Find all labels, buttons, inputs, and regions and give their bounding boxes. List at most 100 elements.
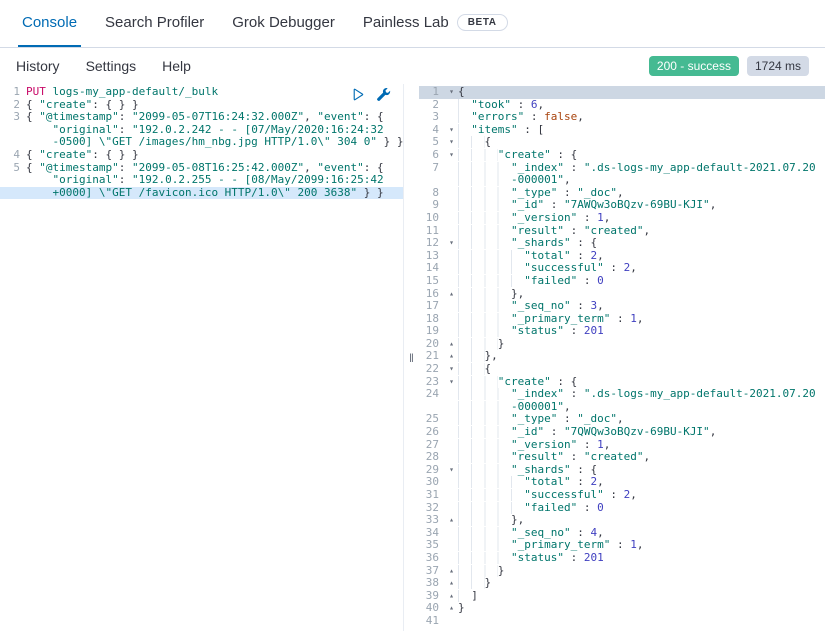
fold-spacer bbox=[445, 489, 458, 502]
tab-grok-debugger[interactable]: Grok Debugger bbox=[228, 0, 339, 47]
line-number bbox=[0, 124, 26, 137]
fold-spacer bbox=[445, 439, 458, 452]
tab-search-profiler-label: Search Profiler bbox=[105, 14, 204, 31]
code-row: 29▾ "_shards" : { bbox=[419, 464, 825, 477]
code-row: 31 "successful" : 2, bbox=[419, 489, 825, 502]
code-line: "failed" : 0 bbox=[458, 502, 825, 515]
fold-toggle-icon[interactable]: ▴ bbox=[445, 602, 458, 615]
code-line: "_index" : ".ds-logs-my_app-default-2021… bbox=[458, 388, 825, 401]
code-line: "_version" : 1, bbox=[458, 212, 825, 225]
code-line: +0000] \"GET /favicon.ico HTTP/1.0\" 200… bbox=[26, 187, 403, 200]
code-line: }, bbox=[458, 514, 825, 527]
console-toolbar: History Settings Help 200 - success 1724… bbox=[0, 48, 825, 84]
fold-spacer bbox=[445, 225, 458, 238]
code-row: 3 "errors" : false, bbox=[419, 111, 825, 124]
fold-toggle-icon[interactable]: ▾ bbox=[445, 149, 458, 162]
fold-spacer bbox=[445, 313, 458, 326]
fold-toggle-icon[interactable]: ▴ bbox=[445, 350, 458, 363]
dev-tools-tab-bar: Console Search Profiler Grok Debugger Pa… bbox=[0, 0, 825, 48]
fold-spacer bbox=[445, 401, 458, 414]
fold-toggle-icon[interactable]: ▴ bbox=[445, 590, 458, 603]
fold-spacer bbox=[445, 426, 458, 439]
code-line: ] bbox=[458, 590, 825, 603]
line-number: 28 bbox=[419, 451, 445, 464]
fold-spacer bbox=[445, 451, 458, 464]
code-row: 32 "failed" : 0 bbox=[419, 502, 825, 515]
line-number bbox=[0, 174, 26, 187]
code-line: }, bbox=[458, 350, 825, 363]
request-editor[interactable]: 1PUT logs-my_app-default/_bulk2{ "create… bbox=[0, 84, 403, 199]
line-number: 3 bbox=[0, 111, 26, 124]
code-line: "status" : 201 bbox=[458, 325, 825, 338]
fold-spacer bbox=[445, 539, 458, 552]
code-row: +0000] \"GET /favicon.ico HTTP/1.0\" 200… bbox=[0, 187, 403, 200]
fold-toggle-icon[interactable]: ▾ bbox=[445, 363, 458, 376]
line-number: 5 bbox=[0, 162, 26, 175]
tab-painless-lab[interactable]: Painless Lab BETA bbox=[359, 0, 512, 47]
code-row: -000001", bbox=[419, 401, 825, 414]
fold-toggle-icon[interactable]: ▾ bbox=[445, 237, 458, 250]
resizer-grip-icon: ‖ bbox=[409, 351, 414, 365]
fold-spacer bbox=[445, 527, 458, 540]
send-request-button[interactable] bbox=[349, 86, 365, 102]
fold-toggle-icon[interactable]: ▾ bbox=[445, 376, 458, 389]
fold-toggle-icon[interactable]: ▴ bbox=[445, 338, 458, 351]
fold-spacer bbox=[445, 162, 458, 175]
pane-resizer[interactable]: ‖ bbox=[404, 84, 419, 631]
code-row: 24 "_index" : ".ds-logs-my_app-default-2… bbox=[419, 388, 825, 401]
code-line: } bbox=[458, 577, 825, 590]
response-viewer[interactable]: 1▾{2 "took" : 6,3 "errors" : false,4▾ "i… bbox=[419, 84, 825, 628]
code-row: 34 "_seq_no" : 4, bbox=[419, 527, 825, 540]
code-row: 9 "_id" : "7AWQw3oBQzv-69BU-KJI", bbox=[419, 199, 825, 212]
code-row: 21▴ }, bbox=[419, 350, 825, 363]
fold-toggle-icon[interactable]: ▾ bbox=[445, 464, 458, 477]
fold-spacer bbox=[445, 300, 458, 313]
fold-spacer bbox=[445, 413, 458, 426]
fold-toggle-icon[interactable]: ▴ bbox=[445, 514, 458, 527]
code-line: "total" : 2, bbox=[458, 476, 825, 489]
line-number bbox=[419, 174, 445, 187]
line-number: 38 bbox=[419, 577, 445, 590]
settings-menu-item[interactable]: Settings bbox=[86, 58, 137, 74]
fold-toggle-icon[interactable]: ▾ bbox=[445, 86, 458, 99]
code-line: "successful" : 2, bbox=[458, 262, 825, 275]
line-number: 19 bbox=[419, 325, 445, 338]
history-menu-item[interactable]: History bbox=[16, 58, 60, 74]
fold-spacer bbox=[445, 262, 458, 275]
fold-toggle-icon[interactable]: ▴ bbox=[445, 565, 458, 578]
fold-toggle-icon[interactable]: ▾ bbox=[445, 136, 458, 149]
code-line: "_primary_term" : 1, bbox=[458, 313, 825, 326]
code-row: 22▾ { bbox=[419, 363, 825, 376]
tab-console[interactable]: Console bbox=[18, 0, 81, 47]
code-line: "_index" : ".ds-logs-my_app-default-2021… bbox=[458, 162, 825, 175]
code-line: { "@timestamp": "2099-05-07T16:24:32.000… bbox=[26, 111, 403, 124]
response-time-badge: 1724 ms bbox=[747, 56, 809, 76]
code-line: } bbox=[458, 565, 825, 578]
help-menu-item[interactable]: Help bbox=[162, 58, 191, 74]
fold-toggle-icon[interactable]: ▴ bbox=[445, 288, 458, 301]
code-line: }, bbox=[458, 288, 825, 301]
code-row: 20▴ } bbox=[419, 338, 825, 351]
code-row: 3{ "@timestamp": "2099-05-07T16:24:32.00… bbox=[0, 111, 403, 124]
code-row: 8 "_type" : "_doc", bbox=[419, 187, 825, 200]
code-row: 4▾ "items" : [ bbox=[419, 124, 825, 137]
code-line: -000001", bbox=[458, 174, 825, 187]
code-row: 2 "took" : 6, bbox=[419, 99, 825, 112]
code-row: 4{ "create": { } } bbox=[0, 149, 403, 162]
code-row: 7 "_index" : ".ds-logs-my_app-default-20… bbox=[419, 162, 825, 175]
request-options-button[interactable] bbox=[375, 86, 391, 102]
fold-toggle-icon[interactable]: ▴ bbox=[445, 577, 458, 590]
wrench-icon bbox=[376, 90, 391, 105]
code-line: "_seq_no" : 4, bbox=[458, 527, 825, 540]
code-line: -000001", bbox=[458, 401, 825, 414]
response-pane: 1▾{2 "took" : 6,3 "errors" : false,4▾ "i… bbox=[419, 84, 825, 631]
code-line: { bbox=[458, 86, 825, 99]
line-number: 17 bbox=[419, 300, 445, 313]
code-row: 38▴ } bbox=[419, 577, 825, 590]
fold-toggle-icon[interactable]: ▾ bbox=[445, 124, 458, 137]
code-line: "status" : 201 bbox=[458, 552, 825, 565]
code-line bbox=[458, 615, 825, 628]
fold-spacer bbox=[445, 325, 458, 338]
tab-search-profiler[interactable]: Search Profiler bbox=[101, 0, 208, 47]
code-row: 40▴} bbox=[419, 602, 825, 615]
